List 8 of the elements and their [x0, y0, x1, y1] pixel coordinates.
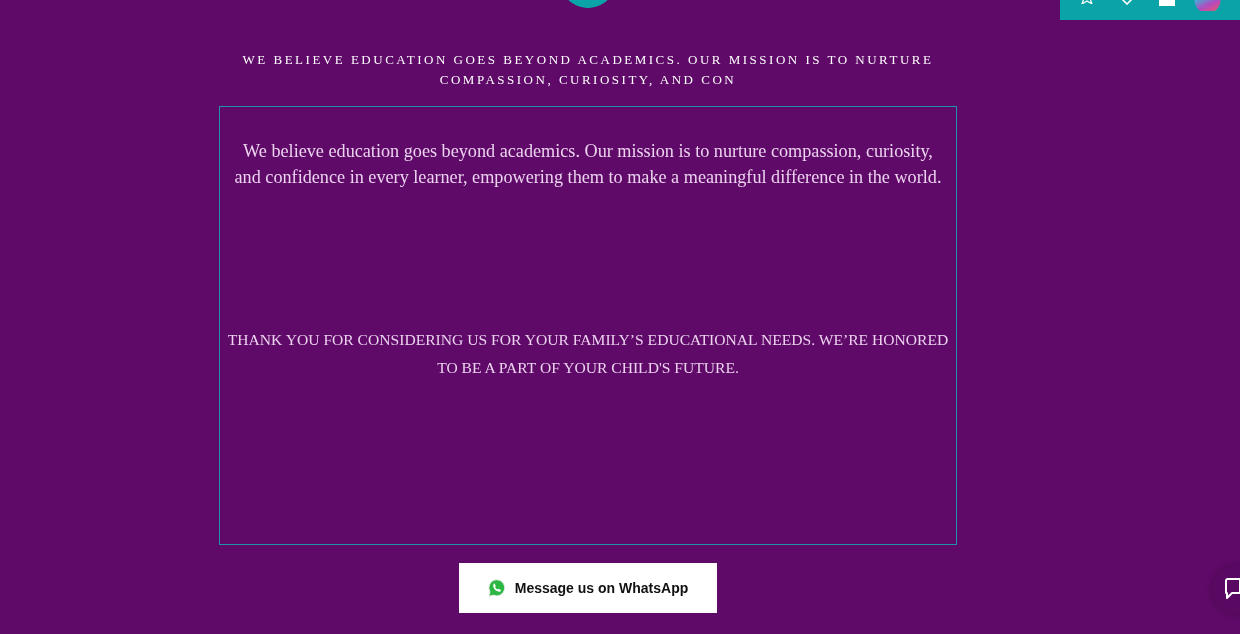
- chevron-icon[interactable]: [1121, 0, 1133, 5]
- body-paragraph: We believe education goes beyond academics. Our mission is to nurture compassion, curiosity, and confidence in every learner, empowering them to make a meaningful difference in the world.: [233, 140, 943, 189]
- whatsapp-icon: [487, 579, 506, 597]
- section-heading: WE BELIEVE EDUCATION GOES BEYOND ACADEMICS. OUR MISSION IS TO NURTURE COMPASSION, CURIOSITY, AND CON: [241, 51, 935, 89]
- body-paragraph: THANK YOU FOR CONSIDERING US FOR YOUR FAMILY’S EDUCATIONAL NEEDS. WE’RE HONORED TO BE A PART OF YOUR CHILD'S FUTURE.: [226, 330, 950, 378]
- chat-bubble-icon: [1224, 578, 1240, 600]
- color-wheel-icon[interactable]: [1194, 0, 1221, 11]
- whatsapp-button[interactable]: Message us on WhatsApp: [459, 563, 717, 613]
